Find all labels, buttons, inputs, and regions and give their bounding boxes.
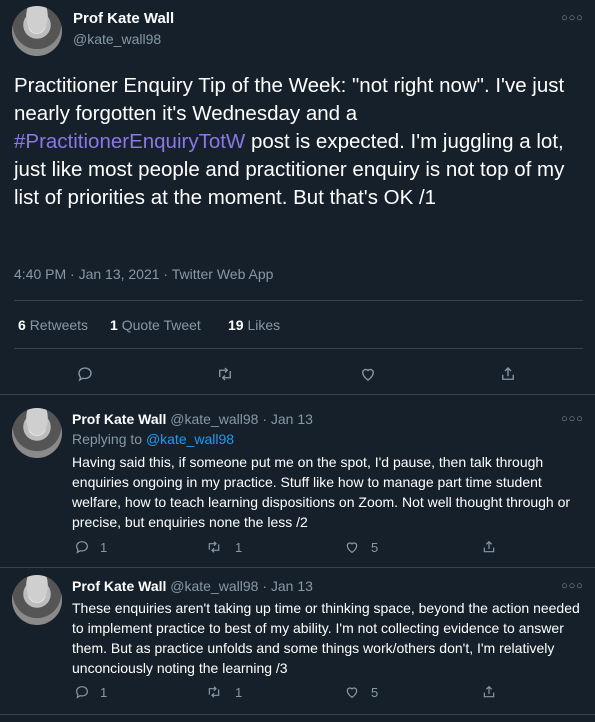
avatar[interactable]: [12, 408, 62, 458]
reply-header: Prof Kate Wall @kate_wall98 · Jan 13: [72, 578, 313, 594]
reply-icon[interactable]: [74, 684, 90, 700]
like-count: 5: [371, 685, 379, 700]
like-icon[interactable]: [344, 684, 360, 700]
likes-stat[interactable]: 19 Likes: [228, 317, 280, 333]
reply-count: 1: [100, 685, 108, 700]
retweets-label: Retweets: [29, 317, 89, 333]
author-name[interactable]: Prof Kate Wall: [73, 10, 174, 27]
author-meta[interactable]: @kate_wall98 · Jan 13: [170, 578, 313, 594]
share-icon[interactable]: [481, 684, 497, 700]
more-options-icon[interactable]: ○○○: [561, 12, 584, 24]
retweet-icon[interactable]: [206, 539, 222, 555]
tweet-text-part: Practitioner Enquiry Tip of the Week: "n…: [14, 74, 565, 125]
author-name[interactable]: Prof Kate Wall: [72, 578, 166, 594]
reply-icon[interactable]: [74, 539, 90, 555]
tweet-text: Practitioner Enquiry Tip of the Week: "n…: [14, 72, 584, 212]
more-options-icon[interactable]: ○○○: [561, 580, 584, 592]
avatar[interactable]: [12, 6, 62, 56]
reply-header: Prof Kate Wall @kate_wall98 · Jan 13: [72, 411, 313, 427]
retweet-icon[interactable]: [206, 684, 222, 700]
quotes-stat[interactable]: 1 Quote Tweet: [110, 317, 201, 333]
like-icon[interactable]: [359, 365, 377, 383]
tweet-timestamp[interactable]: 4:40 PM · Jan 13, 2021 · Twitter Web App: [14, 266, 273, 282]
quotes-count: 1: [110, 317, 118, 333]
likes-label: Likes: [247, 317, 281, 333]
reply-text: Having said this, if someone put me on t…: [72, 454, 571, 530]
author-name[interactable]: Prof Kate Wall: [72, 411, 166, 427]
retweet-count: 1: [235, 685, 243, 700]
reply-icon[interactable]: [76, 365, 94, 383]
replying-to-handle[interactable]: @kate_wall98: [146, 431, 234, 447]
retweet-count: 1: [235, 540, 243, 555]
likes-count: 19: [228, 317, 244, 333]
retweet-icon[interactable]: [216, 365, 234, 383]
like-icon[interactable]: [344, 539, 360, 555]
retweets-stat[interactable]: 6 Retweets: [18, 317, 88, 333]
replying-to: Replying to @kate_wall98: [72, 431, 234, 447]
quotes-label: Quote Tweet: [121, 317, 201, 333]
avatar[interactable]: [12, 575, 62, 625]
reply-text: These enquiries aren't taking up time or…: [72, 600, 580, 676]
author-handle[interactable]: @kate_wall98: [73, 31, 161, 47]
replying-to-label: Replying to: [72, 431, 146, 447]
hashtag-link[interactable]: #PractitionerEnquiryTotW: [14, 130, 245, 153]
like-count: 5: [371, 540, 379, 555]
more-options-icon[interactable]: ○○○: [561, 413, 584, 425]
retweets-count: 6: [18, 317, 26, 333]
reply-count: 1: [100, 540, 108, 555]
author-meta[interactable]: @kate_wall98 · Jan 13: [170, 411, 313, 427]
share-icon[interactable]: [499, 365, 517, 383]
share-icon[interactable]: [481, 539, 497, 555]
